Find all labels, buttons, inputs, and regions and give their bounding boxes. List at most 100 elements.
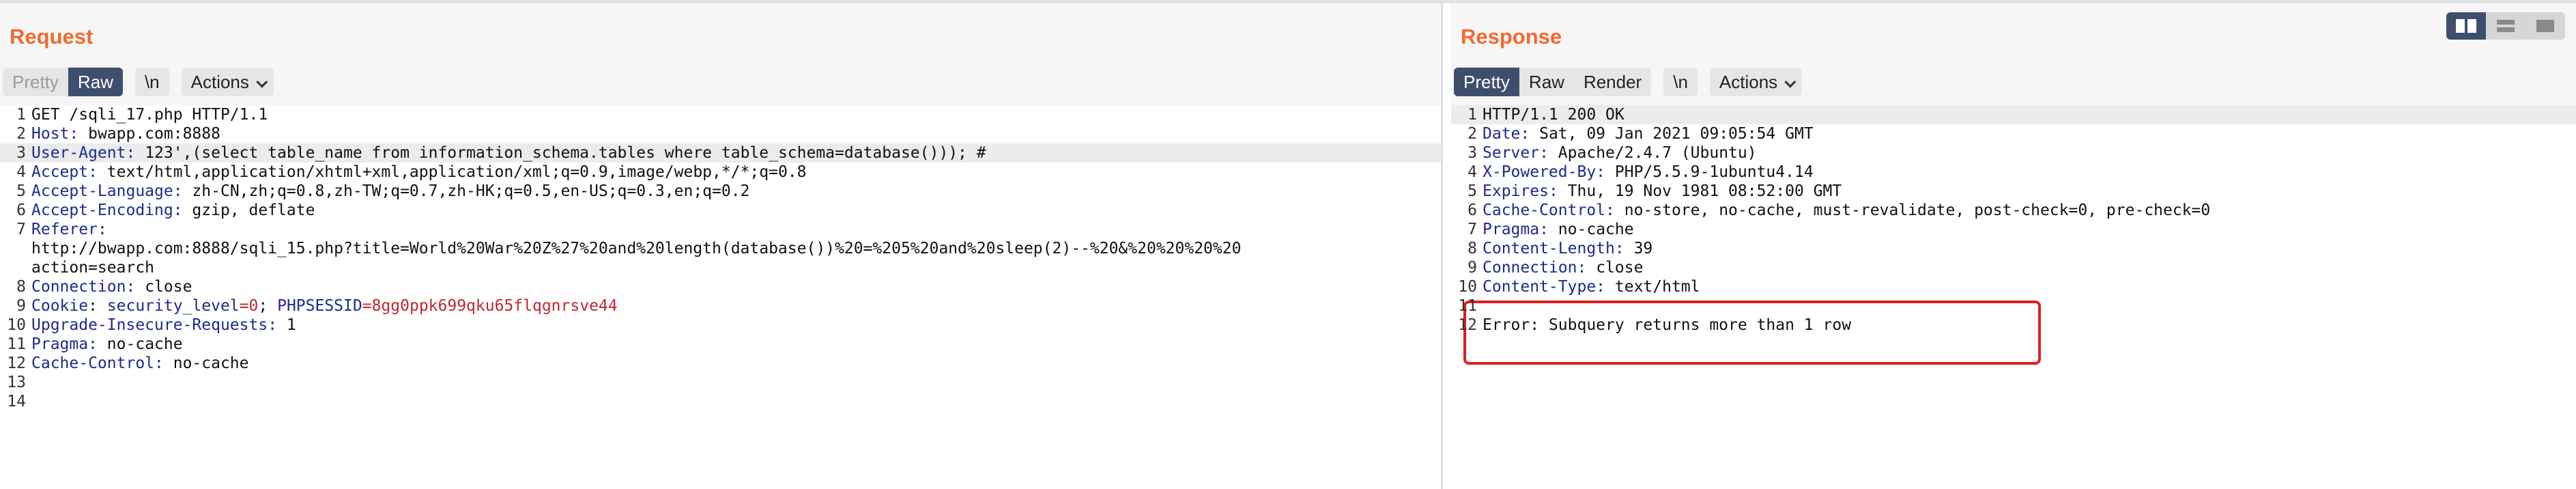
request-actions-dropdown[interactable]: Actions bbox=[181, 68, 274, 96]
request-pretty-tab[interactable]: Pretty bbox=[3, 68, 68, 96]
header-value: 39 bbox=[1624, 240, 1653, 257]
line-number: 1 bbox=[1468, 106, 1477, 124]
line-number: 5 bbox=[1468, 182, 1477, 200]
code-line: 8 Content-Length: 39 bbox=[1451, 239, 2576, 258]
header-value: zh-CN,zh;q=0.8,zh-TW;q=0.7,zh-HK;q=0.5,e… bbox=[182, 182, 750, 200]
code-line: 2 Date: Sat, 09 Jan 2021 09:05:54 GMT bbox=[1451, 124, 2576, 143]
split-columns-icon[interactable] bbox=[2446, 12, 2486, 40]
code-line: 1 GET /sqli_17.php HTTP/1.1 bbox=[0, 105, 1441, 124]
header-colon: : bbox=[126, 144, 136, 162]
line-content: Upgrade-Insecure-Requests: 1 bbox=[31, 316, 296, 335]
header-value: close bbox=[1586, 259, 1644, 277]
request-toolbar: Pretty Raw \n Actions bbox=[3, 67, 274, 97]
header-name: Expires bbox=[1483, 182, 1549, 200]
line-text: Error: Subquery returns more than 1 row bbox=[1483, 316, 1852, 334]
code-line: 2 Host: bwapp.com:8888 bbox=[0, 124, 1441, 143]
code-line: 14 bbox=[0, 392, 1441, 411]
single-pane-icon[interactable] bbox=[2525, 12, 2565, 40]
header-name: Accept-Language bbox=[31, 182, 173, 200]
header-value: no-store, no-cache, must-revalidate, pos… bbox=[1614, 201, 2211, 219]
header-colon: : bbox=[268, 316, 278, 334]
line-content: Date: Sat, 09 Jan 2021 09:05:54 GMT bbox=[1483, 124, 1814, 143]
line-content: Pragma: no-cache bbox=[1483, 220, 1634, 239]
request-editor[interactable]: 1 GET /sqli_17.php HTTP/1.1 2 Host: bwapp.c… bbox=[0, 105, 1441, 489]
request-raw-tab[interactable]: Raw bbox=[68, 68, 123, 96]
code-line: 7 Referer: bbox=[0, 220, 1441, 239]
header-colon: : bbox=[1596, 163, 1606, 181]
code-line: 11 Pragma: no-cache bbox=[0, 335, 1441, 354]
header-value: no-cache bbox=[1548, 221, 1634, 238]
line-number: 2 bbox=[16, 125, 26, 143]
response-actions-dropdown[interactable]: Actions bbox=[1709, 68, 1803, 96]
line-number: 3 bbox=[16, 144, 26, 162]
line-number: 6 bbox=[1468, 201, 1477, 219]
response-pretty-tab[interactable]: Pretty bbox=[1454, 68, 1519, 96]
line-number: 12 bbox=[1458, 316, 1477, 334]
header-name: Date bbox=[1483, 125, 1521, 143]
header-colon: : bbox=[173, 182, 183, 200]
request-newline-toggle[interactable]: \n bbox=[134, 68, 169, 96]
code-line: 6 Cache-Control: no-store, no-cache, must… bbox=[1451, 201, 2576, 220]
code-line: 9 Cookie: security_level=0; PHPSESSID=8gg… bbox=[0, 296, 1441, 316]
response-editor[interactable]: 1 HTTP/1.1 200 OK 2 Date: Sat, 09 Jan 2021 … bbox=[1451, 105, 2576, 489]
response-newline-toggle[interactable]: \n bbox=[1663, 68, 1698, 96]
line-number: 10 bbox=[1458, 278, 1477, 296]
response-actions-label: Actions bbox=[1719, 72, 1778, 92]
header-name: Host bbox=[31, 125, 70, 143]
header-colon: : bbox=[173, 201, 183, 219]
cookie-name: security_level bbox=[106, 297, 240, 315]
line-text: http://bwapp.com:8888/sqli_15.php?title=… bbox=[31, 240, 1242, 257]
header-name: User-Agent bbox=[31, 144, 126, 162]
line-number: 3 bbox=[1468, 144, 1477, 162]
header-value: gzip, deflate bbox=[182, 201, 315, 219]
header-value: text/html,application/xhtml+xml,applicat… bbox=[97, 163, 807, 181]
code-line: 13 bbox=[0, 373, 1441, 392]
code-line: 12 Cache-Control: no-cache bbox=[0, 354, 1441, 373]
line-number: 7 bbox=[1468, 221, 1477, 238]
code-line: 3 User-Agent: 123',(select table_name fro… bbox=[0, 143, 1441, 163]
line-number: 13 bbox=[7, 374, 26, 391]
response-render-tab[interactable]: Render bbox=[1573, 68, 1652, 96]
code-line: 7 Pragma: no-cache bbox=[1451, 220, 2576, 239]
line-content: GET /sqli_17.php HTTP/1.1 bbox=[31, 105, 268, 124]
line-content: Connection: close bbox=[1483, 258, 1643, 277]
header-colon: : bbox=[1577, 259, 1587, 277]
code-line: 12 Error: Subquery returns more than 1 ro… bbox=[1451, 316, 2576, 335]
line-content: Connection: close bbox=[31, 277, 192, 296]
code-line: 5 Accept-Language: zh-CN,zh;q=0.8,zh-TW;q… bbox=[0, 182, 1441, 201]
layout-toggle bbox=[2446, 12, 2565, 40]
header-value: no-cache bbox=[163, 354, 249, 372]
line-content: action=search bbox=[31, 258, 154, 277]
code-line: 1 HTTP/1.1 200 OK bbox=[1451, 105, 2576, 124]
line-content: User-Agent: 123',(select table_name from… bbox=[31, 143, 986, 163]
header-value: no-cache bbox=[97, 335, 183, 353]
response-raw-tab[interactable]: Raw bbox=[1519, 68, 1574, 96]
line-number: 12 bbox=[7, 354, 26, 372]
header-name: Cache-Control bbox=[31, 354, 155, 372]
header-value: Sat, 09 Jan 2021 09:05:54 GMT bbox=[1530, 125, 1814, 143]
line-content: Error: Subquery returns more than 1 row bbox=[1483, 316, 1851, 335]
response-pane: Response Pretty Raw Render \n Actions 1H… bbox=[1451, 3, 2576, 489]
code-line: 10 Content-Type: text/html bbox=[1451, 277, 2576, 296]
header-colon: : bbox=[126, 278, 136, 296]
cookie-separator: ; bbox=[258, 297, 278, 315]
header-name: Cookie bbox=[31, 297, 89, 315]
split-rows-icon[interactable] bbox=[2486, 12, 2525, 40]
line-content: Content-Type: text/html bbox=[1483, 277, 1700, 296]
header-name: Accept bbox=[31, 163, 89, 181]
header-colon: : bbox=[88, 335, 98, 353]
line-number: 5 bbox=[16, 182, 26, 200]
header-colon: : bbox=[1539, 144, 1549, 162]
line-text: GET /sqli_17.php HTTP/1.1 bbox=[31, 106, 268, 124]
header-colon: : bbox=[1605, 201, 1615, 219]
code-line: 9 Connection: close bbox=[1451, 258, 2576, 277]
header-name: Pragma bbox=[31, 335, 89, 353]
header-colon: : bbox=[97, 221, 107, 238]
line-number: 10 bbox=[7, 316, 26, 334]
line-content: Cookie: security_level=0; PHPSESSID=8gg0… bbox=[31, 296, 618, 316]
header-value: PHP/5.5.9-1ubuntu4.14 bbox=[1605, 163, 1814, 181]
header-value: text/html bbox=[1605, 278, 1700, 296]
chevron-down-icon bbox=[256, 76, 268, 88]
header-value: Apache/2.4.7 (Ubuntu) bbox=[1548, 144, 1757, 162]
line-content: Accept: text/html,application/xhtml+xml,… bbox=[31, 163, 807, 182]
